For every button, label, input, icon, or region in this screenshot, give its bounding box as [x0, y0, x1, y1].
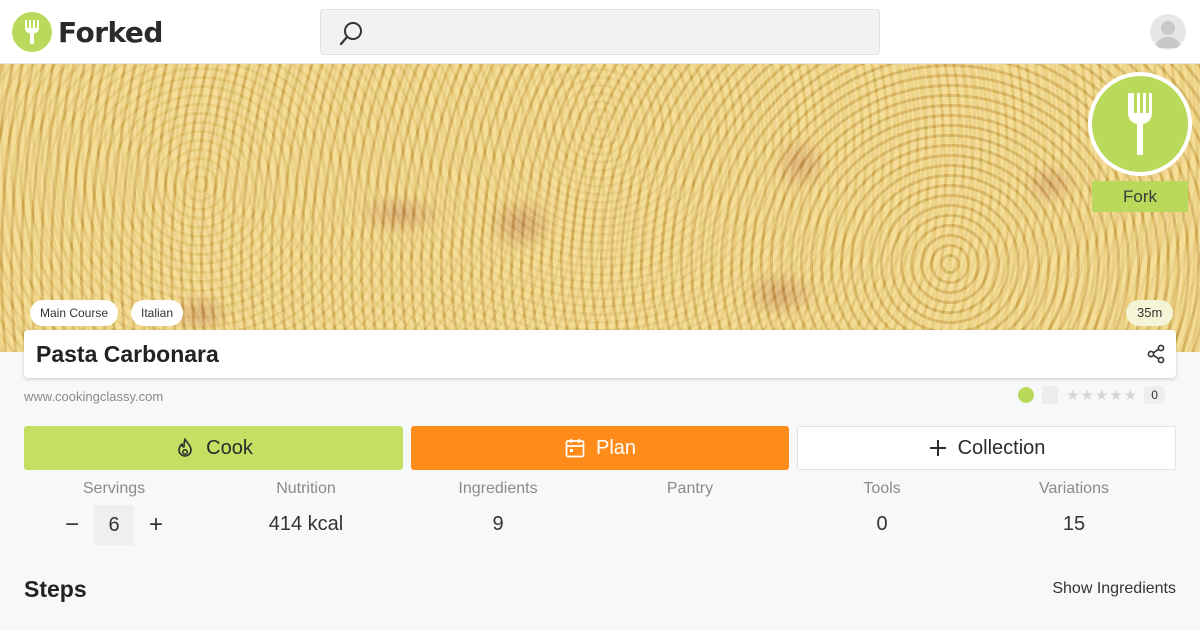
star-rating[interactable]: ★★★★★: [1066, 386, 1138, 404]
servings-stat: Servings: [24, 480, 204, 498]
plus-icon: [928, 438, 948, 458]
recipe-title: Pasta Carbonara: [36, 341, 219, 367]
nutrition-label: Nutrition: [276, 480, 336, 497]
fork-icon: [1128, 93, 1152, 155]
collection-button-label: Collection: [957, 436, 1046, 459]
fork-logo-icon: [12, 12, 52, 52]
calendar-icon: [564, 437, 586, 459]
tools-stat[interactable]: Tools 0: [792, 480, 972, 537]
servings-label: Servings: [82, 480, 146, 497]
share-icon[interactable]: [1146, 344, 1166, 369]
plan-button[interactable]: Plan: [411, 426, 789, 470]
tools-value: 0: [876, 513, 888, 535]
fork-button[interactable]: [1088, 72, 1192, 176]
show-ingredients-link[interactable]: Show Ingredients: [1052, 580, 1176, 598]
fork-label[interactable]: Fork: [1092, 181, 1188, 212]
source-link[interactable]: www.cookingclassy.com: [24, 389, 163, 404]
search-input[interactable]: [320, 9, 880, 55]
ingredients-label: Ingredients: [458, 480, 538, 497]
pantry-label: Pantry: [666, 480, 714, 497]
nutrition-value: 414 kcal: [268, 513, 344, 535]
variations-label: Variations: [1039, 480, 1109, 497]
search-icon: [337, 20, 365, 53]
rating-row: ★★★★★ 0: [1018, 386, 1165, 404]
servings-stepper: − 6 +: [58, 505, 170, 545]
increase-servings-button[interactable]: +: [142, 511, 170, 539]
tools-label: Tools: [863, 480, 901, 497]
top-header: Forked: [0, 0, 1200, 64]
rating-count-badge: 0: [1144, 386, 1165, 404]
flame-icon: [174, 437, 196, 459]
variations-value: 15: [1062, 513, 1086, 535]
add-collection-button[interactable]: Collection: [797, 426, 1176, 470]
pantry-value: [600, 513, 780, 537]
forked-green-icon: [1018, 387, 1034, 403]
brand-logo[interactable]: Forked: [12, 12, 163, 52]
recipe-title-bar: Pasta Carbonara: [24, 330, 1176, 378]
brand-name: Forked: [58, 15, 163, 49]
cook-time-badge: 35m: [1126, 300, 1174, 326]
decrease-servings-button[interactable]: −: [58, 511, 86, 539]
plan-button-label: Plan: [595, 436, 637, 459]
nutrition-stat[interactable]: Nutrition 414 kcal: [216, 480, 396, 537]
steps-heading: Steps: [24, 576, 87, 602]
ingredients-value: 9: [492, 513, 504, 535]
ingredients-stat[interactable]: Ingredients 9: [408, 480, 588, 537]
variations-stat[interactable]: Variations 15: [984, 480, 1164, 537]
servings-value[interactable]: 6: [94, 505, 134, 545]
user-avatar-icon[interactable]: [1150, 14, 1186, 50]
cook-button-label: Cook: [206, 436, 253, 459]
tag-italian[interactable]: Italian: [131, 300, 184, 326]
cook-button[interactable]: Cook: [24, 426, 403, 470]
pantry-stat[interactable]: Pantry: [600, 480, 780, 537]
placeholder-square: [1042, 386, 1058, 404]
tag-main-course[interactable]: Main Course: [30, 300, 119, 326]
